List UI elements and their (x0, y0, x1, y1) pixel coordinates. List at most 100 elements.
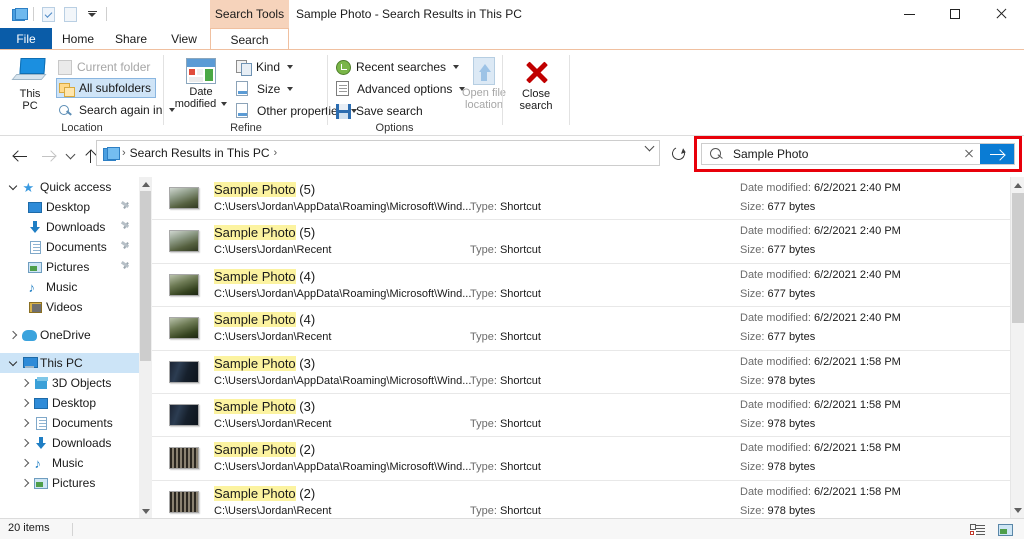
table-row[interactable]: Sample Photo (2) C:\Users\Jordan\Recent … (152, 481, 1010, 518)
chevron-down-icon[interactable] (6, 181, 20, 190)
table-row[interactable]: Sample Photo (5) C:\Users\Jordan\AppData… (152, 177, 1010, 221)
maximize-button[interactable] (932, 0, 978, 28)
file-name-rest: (5) (295, 182, 316, 197)
nav-item-downloads-pc[interactable]: Downloads (0, 433, 139, 453)
table-row[interactable]: Sample Photo (3) C:\Users\Jordan\Recent … (152, 394, 1010, 438)
date-key: Date modified: (740, 442, 811, 455)
contextual-tab-header-search-tools: Search Tools (210, 0, 289, 28)
type-value: Shortcut (499, 201, 541, 213)
nav-item-documents-pc[interactable]: Documents (0, 413, 139, 433)
file-name[interactable]: Sample Photo (4) (214, 268, 315, 284)
nav-item-this-pc[interactable]: This PC (0, 353, 139, 373)
scroll-up-icon[interactable] (1011, 177, 1024, 193)
size-button[interactable]: Size (236, 79, 294, 99)
nav-item-documents[interactable]: Documents (0, 237, 139, 257)
nav-item-onedrive[interactable]: OneDrive (0, 325, 139, 345)
table-row[interactable]: Sample Photo (5) C:\Users\Jordan\Recent … (152, 220, 1010, 264)
scrollbar-thumb[interactable] (1012, 193, 1024, 323)
tab-view[interactable]: View (158, 28, 210, 50)
tab-file[interactable]: File (0, 28, 52, 50)
breadcrumb-current[interactable]: Search Results in This PC (130, 146, 270, 160)
chevron-right-icon[interactable] (18, 438, 32, 448)
advanced-options-button[interactable]: Advanced options (336, 79, 466, 99)
tab-search[interactable]: Search (210, 28, 289, 50)
customize-dropdown-icon[interactable] (81, 3, 103, 25)
nav-item-pictures[interactable]: Pictures (0, 257, 139, 277)
nav-item-desktop[interactable]: Desktop (0, 197, 139, 217)
nav-item-desktop-pc[interactable]: Desktop (0, 393, 139, 413)
chevron-right-icon[interactable] (18, 478, 32, 488)
file-list-scrollbar[interactable] (1010, 177, 1024, 518)
large-icons-view-button[interactable] (994, 521, 1016, 538)
nav-item-music-pc[interactable]: ♪ Music (0, 453, 139, 473)
nav-item-quick-access[interactable]: ★ Quick access (0, 177, 139, 197)
breadcrumb-dropdown-icon[interactable] (644, 141, 655, 152)
chevron-right-icon[interactable] (18, 398, 32, 408)
search-icon (710, 147, 723, 161)
breadcrumb-separator-icon[interactable]: › (274, 147, 278, 159)
details-view-button[interactable] (966, 521, 988, 538)
chevron-right-icon[interactable] (18, 458, 32, 468)
nav-item-downloads[interactable]: Downloads (0, 217, 139, 237)
date-key: Date modified: (740, 182, 811, 194)
close-button[interactable] (978, 0, 1024, 28)
all-subfolders-button[interactable]: All subfolders (56, 78, 157, 98)
search-go-button[interactable] (980, 144, 1014, 164)
clear-search-icon[interactable] (960, 145, 978, 163)
chevron-down-icon (287, 65, 294, 69)
nav-item-music[interactable]: ♪ Music (0, 277, 139, 297)
file-name-highlight: Sample Photo (214, 268, 296, 284)
divider (33, 7, 34, 21)
folder-icon[interactable] (8, 3, 30, 25)
onedrive-icon (20, 329, 38, 341)
kind-button[interactable]: Kind (236, 57, 294, 77)
scroll-up-icon[interactable] (139, 177, 152, 191)
tab-home[interactable]: Home (52, 28, 104, 50)
this-pc-button[interactable]: This PC (8, 58, 52, 112)
chevron-right-icon[interactable] (6, 330, 20, 340)
search-input[interactable]: Sample Photo (733, 147, 960, 161)
back-button[interactable] (8, 144, 32, 168)
scroll-down-icon[interactable] (139, 504, 152, 518)
recent-searches-button[interactable]: Recent searches (336, 57, 460, 77)
nav-item-3d-objects[interactable]: 3D Objects (0, 373, 139, 393)
minimize-button[interactable] (886, 0, 932, 28)
file-name[interactable]: Sample Photo (2) (214, 442, 315, 458)
file-name[interactable]: Sample Photo (3) (214, 355, 315, 371)
table-row[interactable]: Sample Photo (4) C:\Users\Jordan\Recent … (152, 307, 1010, 351)
file-name-highlight: Sample Photo (214, 355, 296, 371)
close-search-button[interactable]: Close search (511, 58, 561, 112)
search-box[interactable]: Sample Photo (701, 143, 1015, 165)
nav-item-videos[interactable]: Videos (0, 297, 139, 317)
refresh-button[interactable] (666, 141, 690, 165)
navigation-pane-scrollbar[interactable] (139, 177, 152, 518)
chevron-down-icon[interactable] (6, 357, 20, 366)
nav-item-pictures-pc[interactable]: Pictures (0, 473, 139, 493)
file-path: C:\Users\Jordan\Recent (214, 244, 332, 257)
file-name[interactable]: Sample Photo (4) (214, 312, 315, 328)
file-name[interactable]: Sample Photo (5) (214, 225, 315, 241)
scrollbar-thumb[interactable] (140, 191, 151, 361)
search-again-in-button[interactable]: Search again in (58, 100, 176, 120)
table-row[interactable]: Sample Photo (2) C:\Users\Jordan\AppData… (152, 437, 1010, 481)
properties-icon[interactable] (37, 3, 59, 25)
forward-button[interactable] (36, 144, 60, 168)
file-name[interactable]: Sample Photo (2) (214, 485, 315, 501)
scroll-down-icon[interactable] (1011, 502, 1024, 518)
chevron-right-icon[interactable] (18, 418, 32, 428)
table-row[interactable]: Sample Photo (3) C:\Users\Jordan\AppData… (152, 351, 1010, 394)
tab-share[interactable]: Share (104, 28, 158, 50)
save-search-button[interactable]: Save search (336, 101, 423, 121)
current-folder-button[interactable]: Current folder (58, 57, 150, 77)
date-modified-button[interactable]: Date modified (170, 58, 232, 110)
kind-label: Kind (256, 60, 281, 74)
breadcrumb-bar[interactable]: › Search Results in This PC › (96, 140, 660, 166)
file-path: C:\Users\Jordan\AppData\Roaming\Microsof… (214, 201, 472, 213)
ribbon-group-location: This PC Current folder All subfolders Se… (0, 50, 176, 136)
table-row[interactable]: Sample Photo (4) C:\Users\Jordan\AppData… (152, 264, 1010, 308)
size-value: 978 bytes (767, 461, 816, 474)
new-folder-icon[interactable] (59, 3, 81, 25)
file-name[interactable]: Sample Photo (3) (214, 398, 315, 414)
chevron-right-icon[interactable] (18, 378, 32, 388)
file-name[interactable]: Sample Photo (5) (214, 182, 315, 197)
